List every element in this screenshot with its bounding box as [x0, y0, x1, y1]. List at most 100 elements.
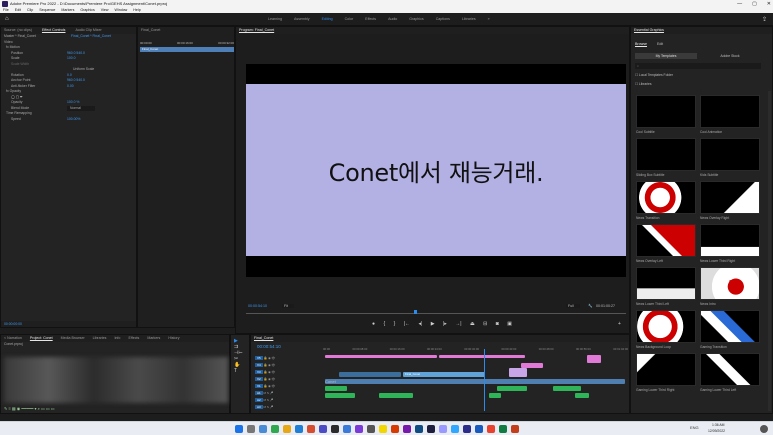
search-taskbar-icon[interactable]: [247, 425, 255, 433]
app-icon[interactable]: [427, 425, 435, 433]
explorer-icon[interactable]: [283, 425, 291, 433]
workspace-effects[interactable]: Effects: [365, 13, 376, 26]
excel-icon[interactable]: [499, 425, 507, 433]
timeline-ruler[interactable]: 00:00 00:00:08:00 00:00:16:00 00:00:24:0…: [323, 347, 628, 351]
tab-effect-controls[interactable]: Effect Controls: [42, 27, 66, 34]
workspace-learning[interactable]: Learning: [268, 13, 282, 26]
workspace-graphics[interactable]: Graphics: [409, 13, 423, 26]
local-templates-checkbox[interactable]: ☐ Local Templates Folder: [635, 73, 673, 77]
my-templates-button[interactable]: My Templates: [635, 53, 697, 59]
app-icon[interactable]: [355, 425, 363, 433]
workspace-captions[interactable]: Captions: [436, 13, 450, 26]
clip[interactable]: [553, 386, 581, 391]
go-to-in-icon[interactable]: |←: [404, 321, 410, 327]
app-icon[interactable]: [331, 425, 339, 433]
task-view-icon[interactable]: [259, 425, 267, 433]
windows-start-icon[interactable]: [235, 425, 243, 433]
template-thumbnail[interactable]: [700, 181, 760, 214]
effect-controls-timecode[interactable]: 00:00:00:00: [4, 322, 22, 326]
clip[interactable]: [489, 393, 501, 398]
workspace-assembly[interactable]: Assembly: [294, 13, 310, 26]
tab-project[interactable]: Project: Conet: [30, 335, 53, 342]
tab-narration[interactable]: < Narration: [4, 335, 22, 342]
language-indicator[interactable]: ENG: [690, 425, 699, 430]
clock-time[interactable]: 1:36 AM: [712, 423, 724, 427]
playhead-marker[interactable]: [414, 310, 417, 314]
comparison-view-icon[interactable]: ▣: [507, 321, 512, 327]
scrollbar[interactable]: [768, 91, 771, 411]
clip[interactable]: [509, 368, 527, 377]
tab-audio-clip-mixer[interactable]: Audio Clip Mixer: [75, 27, 101, 34]
type-tool-icon[interactable]: T: [234, 368, 246, 374]
add-button-icon[interactable]: +: [618, 321, 621, 327]
timeline-tab[interactable]: Final_Conet: [254, 335, 273, 342]
step-back-icon[interactable]: ◂|: [418, 321, 422, 327]
close-button[interactable]: ✕: [767, 0, 771, 8]
premiere-taskbar-icon[interactable]: [439, 425, 447, 433]
tab-media-browser[interactable]: Media Browser: [61, 335, 85, 342]
template-thumbnail[interactable]: [700, 353, 760, 386]
kakaotalk-icon[interactable]: [379, 425, 387, 433]
app-icon[interactable]: [319, 425, 327, 433]
workspace-audio[interactable]: Audio: [388, 13, 397, 26]
workspace-color[interactable]: Color: [345, 13, 354, 26]
clip[interactable]: [587, 355, 601, 363]
clip[interactable]: [325, 386, 347, 391]
program-title[interactable]: Program: Final_Conet: [239, 27, 274, 34]
track-header-v1[interactable]: V1 🔒 ◉ 👁: [255, 383, 315, 390]
master-label[interactable]: Master * Final_Conet: [4, 34, 36, 38]
step-forward-icon[interactable]: |▸: [443, 321, 447, 327]
clip[interactable]: [339, 372, 401, 377]
app-icon[interactable]: [415, 425, 423, 433]
track-header-v2[interactable]: V2 🔒 ◉ 👁: [255, 376, 315, 383]
add-marker-icon[interactable]: ●: [372, 321, 375, 327]
word-icon[interactable]: [475, 425, 483, 433]
mark-out-icon[interactable]: }: [394, 321, 396, 327]
template-thumbnail[interactable]: SPIN: [700, 267, 760, 300]
workspace-editing[interactable]: Editing: [322, 13, 333, 26]
search-input[interactable]: ⌕: [635, 63, 761, 69]
powerpoint-icon[interactable]: [391, 425, 399, 433]
adobe-stock-button[interactable]: Adobe Stock: [699, 53, 761, 59]
onenote-icon[interactable]: [403, 425, 411, 433]
app-icon[interactable]: [367, 425, 375, 433]
chrome-icon[interactable]: [271, 425, 279, 433]
tab-info[interactable]: Info: [114, 335, 120, 342]
extract-icon[interactable]: ⊟: [483, 321, 487, 327]
share-icon[interactable]: ⇪: [762, 16, 767, 23]
edge-icon[interactable]: [295, 425, 303, 433]
track-header-a2[interactable]: A2 M S 🎤: [255, 397, 315, 404]
clip[interactable]: [379, 393, 413, 398]
tab-edit[interactable]: Edit: [657, 42, 663, 46]
mark-in-icon[interactable]: {: [383, 321, 385, 327]
clip[interactable]: [325, 355, 437, 358]
template-thumbnail[interactable]: [700, 138, 760, 171]
app-icon[interactable]: [463, 425, 471, 433]
fx-value[interactable]: 100.00%: [67, 117, 80, 123]
app-icon[interactable]: [511, 425, 519, 433]
template-thumbnail[interactable]: [700, 95, 760, 128]
play-icon[interactable]: ▶: [431, 321, 435, 327]
tab-libraries[interactable]: Libraries: [93, 335, 107, 342]
tab-source[interactable]: Source: (no clips): [4, 27, 32, 34]
workspace-libraries[interactable]: Libraries: [462, 13, 476, 26]
clock-date[interactable]: 12/09/2022: [708, 429, 725, 433]
zoom-select[interactable]: Fit: [282, 304, 294, 308]
maximize-button[interactable]: ▢: [752, 0, 757, 8]
wrench-icon[interactable]: 🔧: [588, 304, 592, 308]
template-thumbnail[interactable]: [636, 138, 696, 171]
track-header-a1[interactable]: A1 M S 🎤: [255, 390, 315, 397]
vscode-icon[interactable]: [343, 425, 351, 433]
notification-icon[interactable]: [760, 425, 768, 433]
home-icon[interactable]: ⌂: [5, 16, 9, 22]
clip[interactable]: [575, 393, 589, 398]
clip[interactable]: Conet: [325, 379, 625, 384]
photoshop-icon[interactable]: [451, 425, 459, 433]
playhead-timecode[interactable]: 00:00:54:10: [248, 304, 267, 308]
template-thumbnail[interactable]: [636, 353, 696, 386]
clip[interactable]: [325, 393, 355, 398]
panel-title[interactable]: Essential Graphics: [634, 27, 664, 34]
track-header-v4[interactable]: V4 🔒 ◉ 👁: [255, 362, 315, 369]
app-icon[interactable]: [487, 425, 495, 433]
clip[interactable]: [439, 355, 525, 358]
